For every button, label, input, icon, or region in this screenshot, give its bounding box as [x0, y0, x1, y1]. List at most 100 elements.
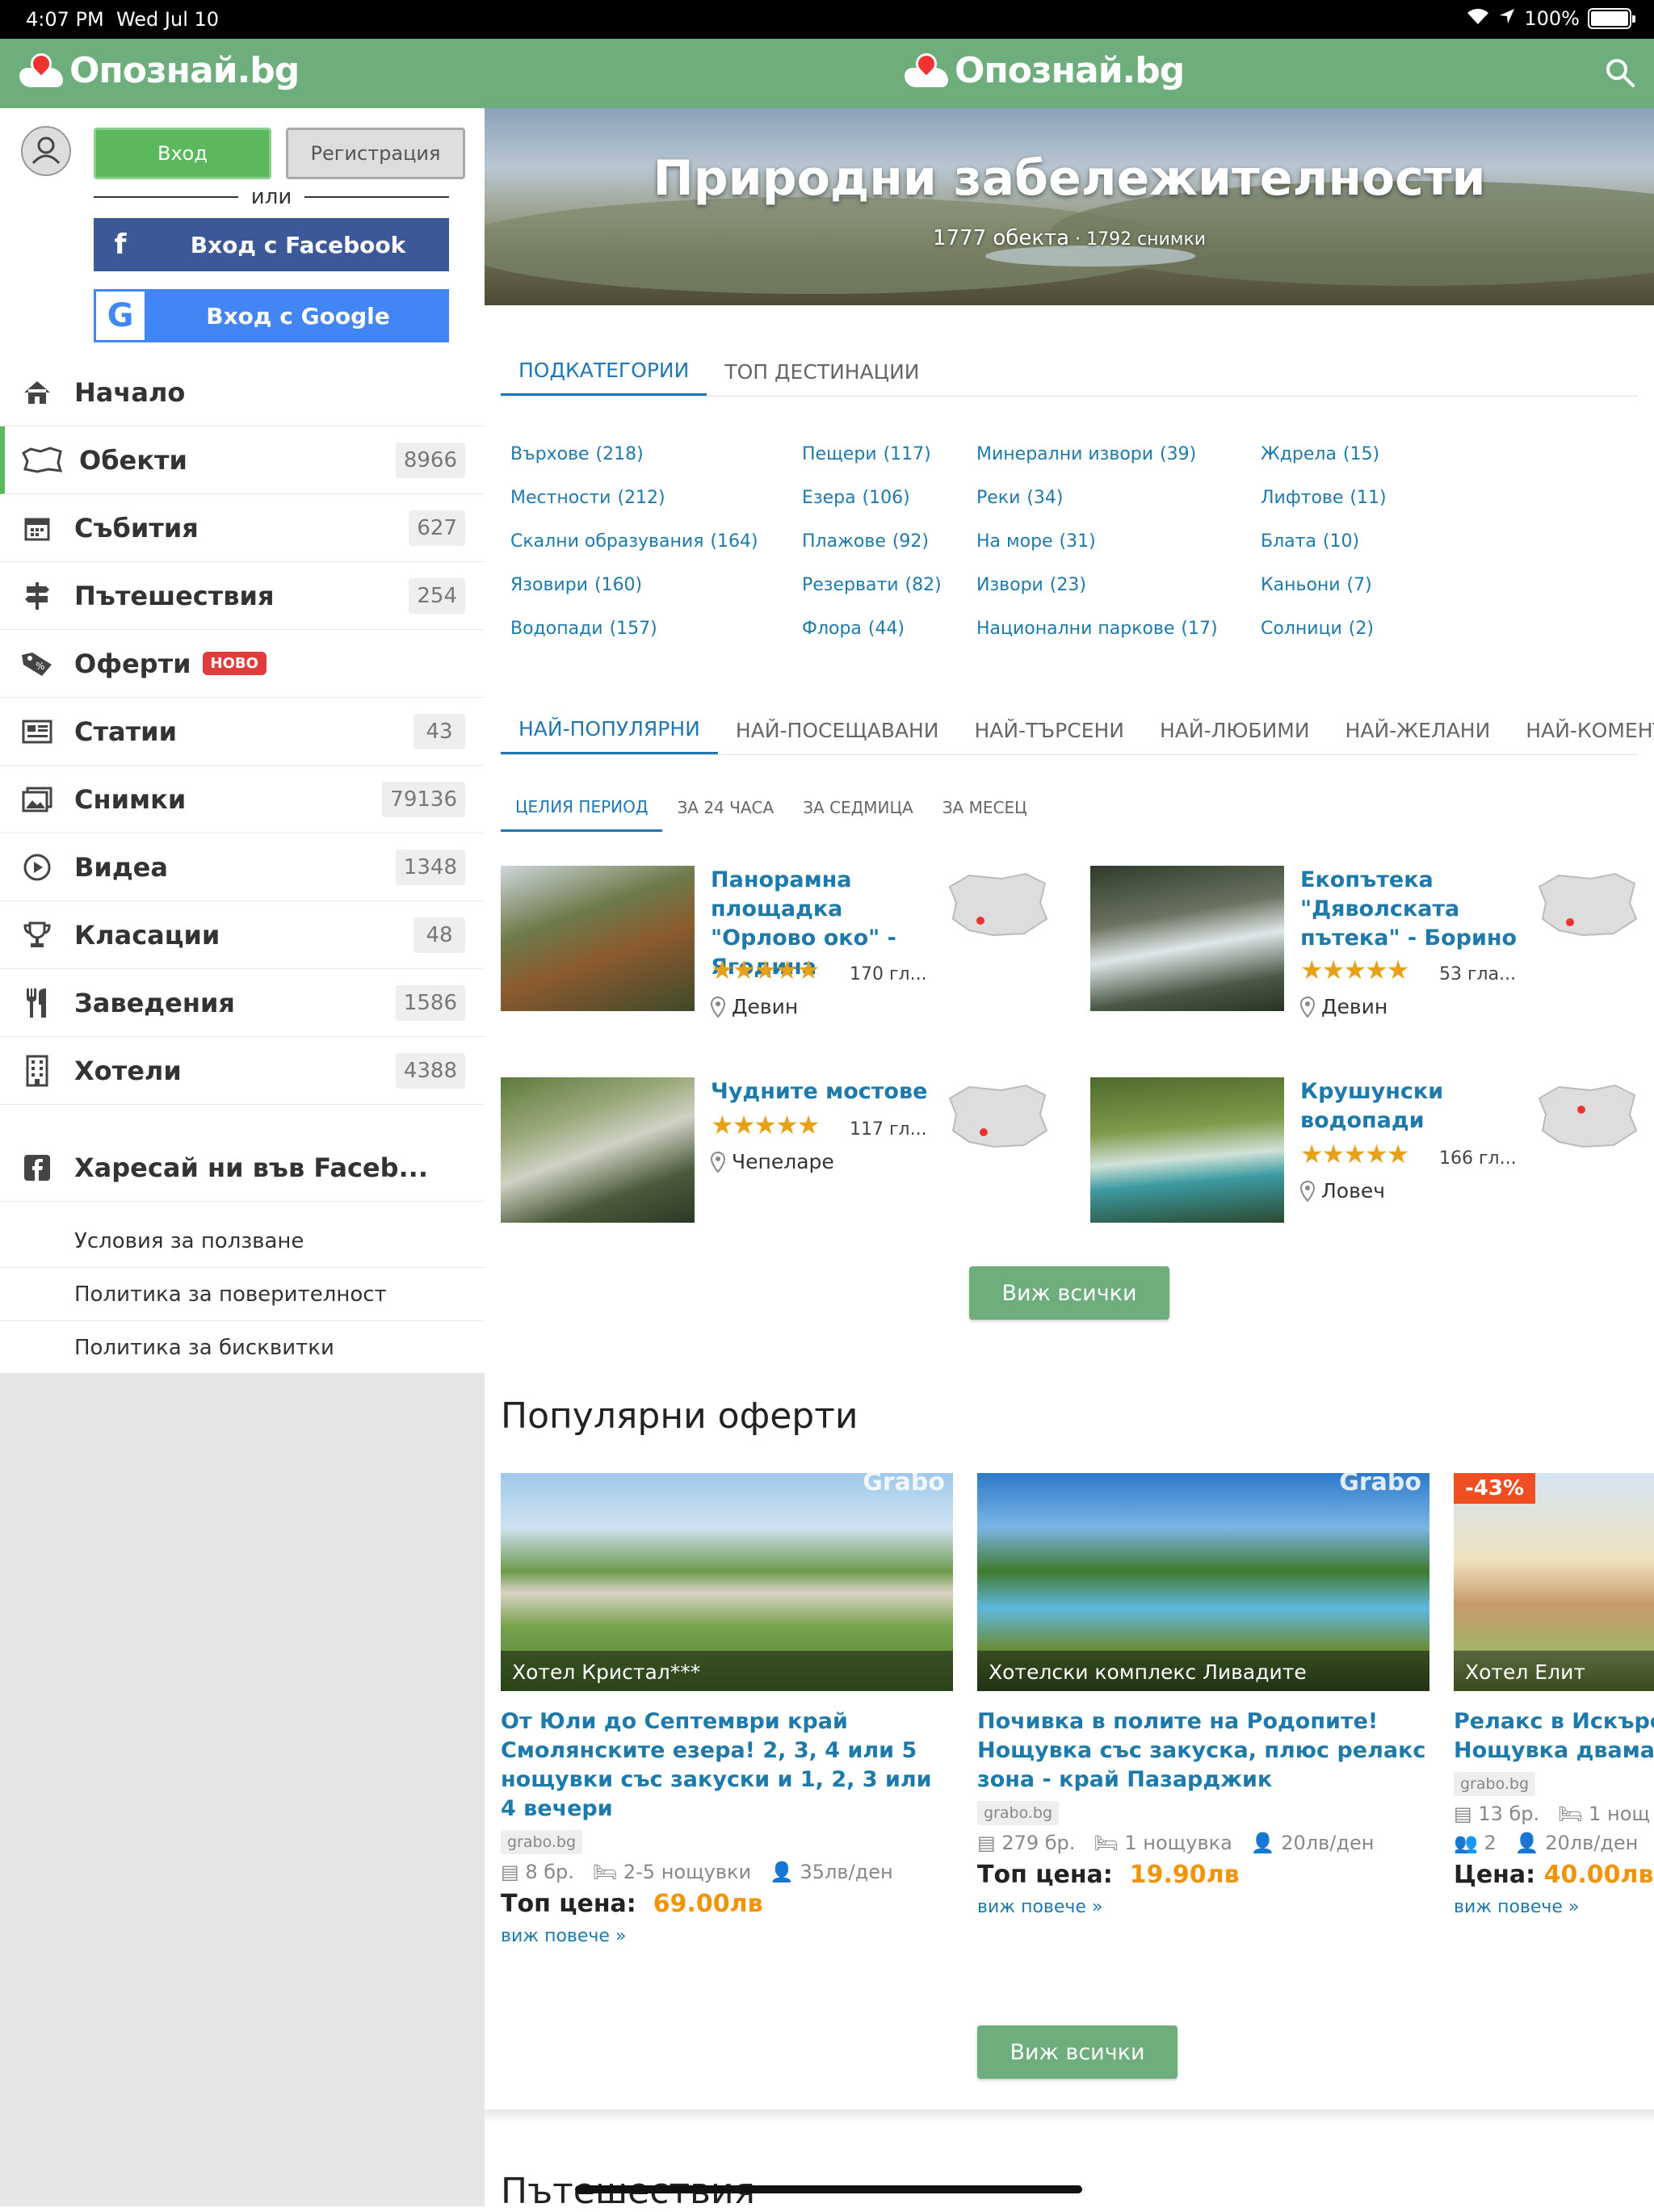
- subcategory-link[interactable]: Езера (106): [802, 485, 910, 508]
- rating-stars: ★★★★★: [711, 1110, 820, 1140]
- google-login-button[interactable]: G Вход с Google: [94, 289, 449, 342]
- top-header: Опознай.bg Опознай.bg: [0, 39, 1654, 108]
- status-time: 4:07 PM Wed Jul 10: [26, 8, 220, 31]
- subcategory-link[interactable]: Скални образувания (164): [510, 528, 758, 552]
- signpost-icon: [0, 581, 74, 611]
- offer-meta: ▤ 8 бр. 🛏 2-5 нощувки 👤 35лв/ден: [501, 1861, 893, 1883]
- site-logo-center[interactable]: Опознай.bg: [905, 48, 1185, 91]
- view-all-places-button[interactable]: Виж всички: [969, 1266, 1169, 1320]
- offer-image[interactable]: -43% Хотел Елит: [1454, 1473, 1654, 1691]
- facebook-login-button[interactable]: f Вход с Facebook: [94, 218, 449, 271]
- tab-most-popular[interactable]: НАЙ-ПОПУЛЯРНИ: [501, 706, 718, 754]
- home-indicator[interactable]: [575, 2185, 1082, 2193]
- tab-month[interactable]: ЗА МЕСЕЦ: [928, 783, 1042, 832]
- offer-price: Цена: 40.00лв: [1454, 1861, 1654, 1889]
- tab-most-wanted[interactable]: НАЙ-ЖЕЛАНИ: [1328, 706, 1509, 754]
- place-card[interactable]: Чудните мостове ★★★★★ 117 гл... Чепеларе: [501, 1077, 1066, 1231]
- offer-source: grabo.bg: [501, 1830, 583, 1854]
- avatar[interactable]: [21, 126, 71, 176]
- subcategory-link[interactable]: Реки (34): [976, 485, 1064, 508]
- nav-item-venues[interactable]: Заведения 1586: [0, 969, 485, 1037]
- bulgaria-map-icon: [948, 1084, 1048, 1148]
- place-thumbnail[interactable]: [1090, 866, 1284, 1011]
- tab-top-destinations[interactable]: ТОП ДЕСТИНАЦИИ: [707, 347, 937, 396]
- offer-meta: ▤ 13 бр. 🛏 1 нощ: [1454, 1803, 1651, 1825]
- tab-most-visited[interactable]: НАЙ-ПОСЕЩАВАНИ: [718, 706, 957, 754]
- nav-item-offers[interactable]: % Оферти НОВО: [0, 630, 485, 698]
- place-thumbnail[interactable]: [501, 866, 695, 1011]
- nav-item-objects[interactable]: Обекти 8966: [0, 426, 485, 494]
- place-thumbnail[interactable]: [1090, 1077, 1284, 1223]
- subcategory-link[interactable]: Блата (10): [1261, 528, 1359, 552]
- site-logo-left[interactable]: Опознай.bg: [19, 48, 300, 91]
- subcategory-link[interactable]: Язовири (160): [510, 572, 642, 595]
- place-thumbnail[interactable]: [501, 1077, 695, 1223]
- offer-image[interactable]: Grabo Хотел Кристал***: [501, 1473, 953, 1691]
- subcategory-link[interactable]: Резервати (82): [802, 572, 942, 595]
- subcategory-link[interactable]: Каньони (7): [1261, 572, 1372, 595]
- subcategory-link[interactable]: На море (31): [976, 528, 1096, 552]
- offer-card[interactable]: Grabo Хотелски комплекс Ливадите Почивка…: [977, 1473, 1429, 1917]
- login-button[interactable]: Вход: [94, 128, 271, 179]
- place-card[interactable]: Крушунски водопади ★★★★★ 166 гл... Ловеч: [1090, 1077, 1654, 1231]
- offer-image[interactable]: Grabo Хотелски комплекс Ливадите: [977, 1473, 1429, 1691]
- offer-card[interactable]: Grabo Хотел Кристал*** От Юли до Септемв…: [501, 1473, 953, 1946]
- wifi-icon: [1466, 6, 1490, 31]
- offer-title[interactable]: От Юли до Септември край Смолянските езе…: [501, 1707, 953, 1824]
- tab-most-searched[interactable]: НАЙ-ТЪРСЕНИ: [956, 706, 1142, 754]
- place-location: Чепеларе: [711, 1150, 834, 1173]
- period-tabs: ЦЕЛИЯ ПЕРИОД ЗА 24 ЧАСА ЗА СЕДМИЦА ЗА МЕ…: [501, 783, 1027, 832]
- photos-icon: [0, 786, 74, 813]
- facebook-like-link[interactable]: Харесай ни във Faceb...: [0, 1134, 485, 1202]
- tab-most-commented[interactable]: НАЙ-КОМЕНТИРАНИ: [1508, 706, 1654, 754]
- offer-more-link[interactable]: виж повече »: [1454, 1897, 1654, 1917]
- hero-stats: 1777 обекта · 1792 снимки: [932, 226, 1207, 250]
- nav-item-articles[interactable]: Статии 43: [0, 698, 485, 766]
- tab-most-loved[interactable]: НАЙ-ЛЮБИМИ: [1142, 706, 1328, 754]
- view-all-offers-button[interactable]: Виж всички: [977, 2025, 1178, 2079]
- nav-item-rankings[interactable]: Класации 48: [0, 901, 485, 969]
- tab-subcategories[interactable]: ПОДКАТЕГОРИИ: [501, 347, 707, 396]
- place-title[interactable]: Крушунски водопади: [1300, 1077, 1543, 1135]
- nav-item-trips[interactable]: Пътешествия 254: [0, 562, 485, 630]
- nav-item-home[interactable]: Начало: [0, 359, 485, 426]
- subcategory-link[interactable]: Плажове (92): [802, 528, 929, 552]
- subcategory-link[interactable]: Лифтове (11): [1261, 485, 1387, 508]
- discount-badge: -43%: [1454, 1473, 1536, 1504]
- subcategory-link[interactable]: Национални паркове (17): [976, 615, 1218, 639]
- tab-all-time[interactable]: ЦЕЛИЯ ПЕРИОД: [501, 783, 663, 832]
- play-icon: [0, 853, 74, 882]
- subcategory-link[interactable]: Флора (44): [802, 615, 905, 639]
- subcategory-link[interactable]: Пещери (117): [802, 441, 931, 464]
- subcategory-link[interactable]: Ждрела (15): [1261, 441, 1379, 464]
- subcategory-link[interactable]: Местности (212): [510, 485, 665, 508]
- tab-24-hours[interactable]: ЗА 24 ЧАСА: [662, 783, 788, 832]
- offer-title[interactable]: Релакс в Искърско Мездра! Нощувка двама …: [1454, 1707, 1654, 1765]
- review-count: 170 гл...: [850, 964, 927, 984]
- offer-card[interactable]: -43% Хотел Елит Релакс в Искърско Мездра…: [1454, 1473, 1654, 1917]
- nav-item-videos[interactable]: Видеа 1348: [0, 833, 485, 901]
- subcategory-link[interactable]: Водопади (157): [510, 615, 657, 639]
- nav-item-hotels[interactable]: Хотели 4388: [0, 1037, 485, 1105]
- nav-item-photos[interactable]: Снимки 79136: [0, 766, 485, 833]
- map-icon: [5, 446, 79, 474]
- subcategory-link[interactable]: Върхове (218): [510, 441, 644, 464]
- place-card[interactable]: Екопътека "Дяволската пътека" - Борино ★…: [1090, 866, 1654, 1019]
- privacy-link[interactable]: Политика за поверителност: [0, 1268, 485, 1321]
- terms-link[interactable]: Условия за ползване: [0, 1215, 485, 1268]
- place-title[interactable]: Екопътека "Дяволската пътека" - Борино: [1300, 866, 1543, 953]
- register-button[interactable]: Регистрация: [286, 128, 465, 179]
- search-icon[interactable]: [1604, 57, 1636, 89]
- cookies-link[interactable]: Политика за бисквитки: [0, 1321, 485, 1375]
- new-badge: НОВО: [202, 652, 267, 675]
- subcategory-link[interactable]: Солници (2): [1261, 615, 1374, 639]
- tab-week[interactable]: ЗА СЕДМИЦА: [788, 783, 928, 832]
- place-title[interactable]: Чудните мостове: [711, 1077, 953, 1106]
- offer-more-link[interactable]: виж повече »: [501, 1926, 953, 1946]
- nav-item-events[interactable]: Събития 627: [0, 494, 485, 562]
- offer-title[interactable]: Почивка в полите на Родопите! Нощувка съ…: [977, 1707, 1429, 1794]
- subcategory-link[interactable]: Минерални извори (39): [976, 441, 1196, 464]
- place-card[interactable]: Панорамна площадка "Орлово око" - Ягодин…: [501, 866, 1066, 1019]
- subcategory-link[interactable]: Извори (23): [976, 572, 1086, 595]
- offer-more-link[interactable]: виж повече »: [977, 1897, 1429, 1917]
